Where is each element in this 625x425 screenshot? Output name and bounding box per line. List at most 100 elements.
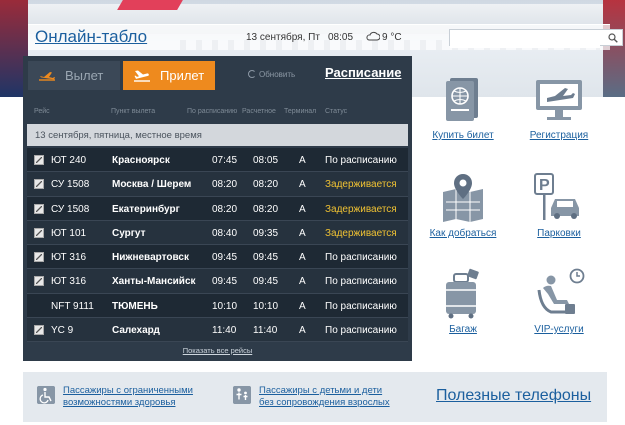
scheduled-time: 09:45 <box>212 276 238 288</box>
origin-city: ТЮМЕНЬ <box>112 300 158 312</box>
flight-board: Вылет Прилет Обновить Расписание Рейс Пу… <box>23 56 412 361</box>
search-input[interactable] <box>450 33 600 48</box>
service-parking-label: Парковки <box>537 228 581 239</box>
estimated-time: 10:10 <box>253 300 279 312</box>
flight-row[interactable]: ЮТ 101 Сургут 08:40 09:35 A Задерживается <box>27 220 408 246</box>
flight-status: Задерживается <box>325 203 397 215</box>
service-baggage[interactable]: Багаж <box>413 268 513 335</box>
flight-row[interactable]: ЮТ 316 Ханты-Мансийск 09:45 09:45 A По распис… <box>27 269 408 294</box>
flight-row[interactable]: ЮТ 316 Нижневартовск 09:45 09:45 A По расписа… <box>27 245 408 270</box>
flight-status: По расписанию <box>325 300 397 312</box>
flight-status: Задерживается <box>325 179 397 191</box>
page-title[interactable]: Онлайн-табло <box>35 27 147 47</box>
flight-row[interactable]: NFT 9111 ТЮМЕНЬ 10:10 10:10 A По расписанию <box>27 293 408 319</box>
service-directions[interactable]: Как добраться <box>413 172 513 239</box>
col-origin: Пункт вылета <box>111 108 156 115</box>
bottom-bar: Пассажиры с ограниченными возможностями … <box>23 372 607 422</box>
scheduled-time: 08:20 <box>212 179 238 191</box>
origin-city: Москва / Шерем <box>112 179 192 191</box>
tab-departures[interactable]: Вылет <box>28 61 120 90</box>
refresh-label: Обновить <box>259 70 296 79</box>
scheduled-time: 07:45 <box>212 155 238 166</box>
schedule-link[interactable]: Расписание <box>325 65 402 80</box>
estimated-time: 09:45 <box>253 276 279 288</box>
service-directions-label: Как добраться <box>429 228 497 239</box>
flight-row[interactable]: СУ 1508 Москва / Шерем 08:20 08:20 A Задержив… <box>27 172 408 197</box>
scheduled-time: 11:40 <box>212 325 237 337</box>
terminal: A <box>299 203 306 215</box>
origin-city: Салехард <box>112 325 160 337</box>
wheelchair-icon <box>37 386 55 404</box>
children-link-line1: Пассажиры с детьми и дети <box>259 385 383 396</box>
column-headers: Рейс Пункт вылета По расписанию Расчетно… <box>23 108 412 120</box>
tab-arrivals[interactable]: Прилет <box>123 61 215 90</box>
service-baggage-label: Багаж <box>449 324 477 335</box>
flight-status: По расписанию <box>325 276 397 288</box>
terminal: A <box>299 179 306 191</box>
tab-arrivals-label: Прилет <box>160 68 205 83</box>
estimated-time: 08:20 <box>253 203 279 215</box>
origin-city: Красноярск <box>112 155 170 166</box>
current-time: 08:05 <box>328 32 354 43</box>
terminal: A <box>299 227 306 239</box>
family-icon <box>233 386 251 404</box>
passport-icon <box>446 78 478 121</box>
airline-logo-icon <box>34 203 44 214</box>
flight-number: ЮТ 101 <box>51 227 87 239</box>
service-buy-ticket-label: Купить билет <box>432 130 494 141</box>
flight-number: NFT 9111 <box>51 300 94 312</box>
current-date: 13 сентября, Пт <box>246 32 320 43</box>
accessibility-link[interactable]: Пассажиры с ограниченными возможностями … <box>63 385 193 409</box>
search-box <box>449 29 623 48</box>
service-vip-label: VIP-услуги <box>534 324 584 335</box>
luggage-icon <box>446 268 479 319</box>
estimated-time: 11:40 <box>253 325 278 337</box>
col-terminal: Терминал <box>284 108 317 115</box>
flight-number: ЮТ 316 <box>51 276 87 288</box>
show-all-flights-link[interactable]: Показать все рейсы <box>23 346 412 355</box>
departure-plane-icon <box>39 72 55 81</box>
scheduled-time: 10:10 <box>212 300 238 312</box>
airline-logo-icon <box>34 227 44 238</box>
flight-status: Задерживается <box>325 227 397 239</box>
map-pin-icon <box>443 174 483 222</box>
terminal: A <box>299 325 306 337</box>
flight-row[interactable]: YC 9 Салехард 11:40 11:40 A По расписанию <box>27 318 408 343</box>
temperature: 9 °C <box>382 32 402 43</box>
terminal: A <box>299 276 306 288</box>
children-link-line2: без сопровождения взрослых <box>259 397 390 408</box>
airline-logo-icon <box>34 179 44 190</box>
flight-number: СУ 1508 <box>51 179 90 191</box>
service-vip[interactable]: VIP-услуги <box>509 268 609 335</box>
origin-city: Екатеринбург <box>112 203 180 215</box>
cloud-icon <box>366 31 380 41</box>
date-band: 13 сентября, пятница, местное время <box>27 124 408 146</box>
refresh-button[interactable]: Обновить <box>248 70 295 79</box>
flight-row[interactable]: СУ 1508 Екатеринбург 08:20 08:20 A Задерживае… <box>27 196 408 221</box>
estimated-time: 09:45 <box>253 252 279 264</box>
title-bar: Онлайн-табло 13 сентября, Пт 08:05 9 °C <box>28 24 623 50</box>
col-estimated: Расчетное <box>242 108 276 115</box>
useful-phones-link[interactable]: Полезные телефоны <box>436 387 591 405</box>
refresh-icon <box>248 70 256 78</box>
search-icon[interactable] <box>608 33 618 43</box>
accessibility-link-line2: возможностями здоровья <box>63 397 176 408</box>
flight-number: ЮТ 316 <box>51 252 87 264</box>
terminal: A <box>299 252 306 264</box>
origin-city: Сургут <box>112 227 146 239</box>
tab-departures-label: Вылет <box>65 68 104 83</box>
service-buy-ticket[interactable]: Купить билет <box>413 74 513 141</box>
children-link[interactable]: Пассажиры с детьми и дети без сопровожде… <box>259 385 390 409</box>
service-checkin[interactable]: Регистрация <box>509 74 609 141</box>
terminal: A <box>299 300 306 312</box>
service-parking[interactable]: P Парковки <box>509 172 609 239</box>
origin-city: Нижневартовск <box>112 252 189 264</box>
airline-logo-icon <box>34 252 44 263</box>
parking-car-icon: P <box>534 173 579 220</box>
vip-seat-icon <box>537 268 585 314</box>
flight-row[interactable]: ЮТ 240 Красноярск 07:45 08:05 A По расписанию <box>27 148 408 173</box>
estimated-time: 09:35 <box>253 227 279 239</box>
terminal: A <box>299 155 306 166</box>
accessibility-link-line1: Пассажиры с ограниченными <box>63 385 193 396</box>
col-flight: Рейс <box>34 108 50 115</box>
